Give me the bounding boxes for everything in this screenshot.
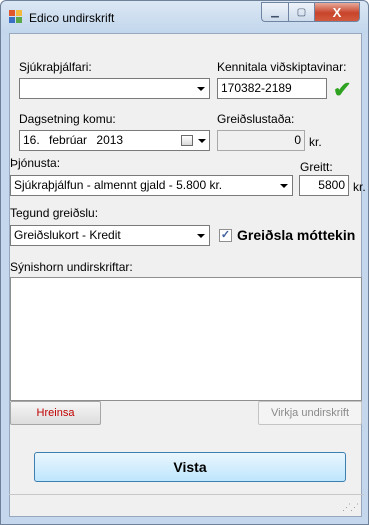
check-icon: ✔ xyxy=(333,77,352,102)
chevron-down-icon xyxy=(197,234,205,238)
service-value: Sjúkraþjálfun - almennt gjald - 5.800 kr… xyxy=(14,178,223,192)
ssn-label: Kennitala viðskiptavinar: xyxy=(217,60,347,74)
status-divider xyxy=(9,494,364,495)
date-day: 16. xyxy=(23,133,40,147)
paid-unit: kr. xyxy=(353,180,366,194)
calendar-icon xyxy=(181,135,193,146)
window-title: Edico undirskrift xyxy=(29,11,115,25)
activate-signature-button[interactable]: Virkja undirskrift xyxy=(258,401,362,425)
ssn-input[interactable]: 170382-2189 xyxy=(217,78,327,99)
payment-received-checkbox[interactable]: ✓ xyxy=(219,229,232,242)
app-icon xyxy=(9,10,23,24)
service-combobox[interactable]: Sjúkraþjálfun - almennt gjald - 5.800 kr… xyxy=(10,175,293,196)
status-label: Greiðslustaða: xyxy=(217,112,295,126)
title-bar[interactable]: Edico undirskrift ▁ ▢ X xyxy=(1,1,368,33)
vista-button[interactable]: Vista xyxy=(34,452,346,482)
minimize-button[interactable]: ▁ xyxy=(261,2,288,22)
status-field: 0 xyxy=(217,130,305,151)
therapist-combobox[interactable] xyxy=(19,78,210,99)
signature-label: Sýnishorn undirskriftar: xyxy=(10,260,133,274)
service-label: Þjónusta: xyxy=(10,156,61,170)
payment-type-value: Greiðslukort - Kredit xyxy=(14,228,121,242)
paid-input[interactable]: 5800 xyxy=(299,175,349,196)
date-label: Dagsetning komu: xyxy=(19,112,116,126)
dialog-body: Sjúkraþjálfari: Kennitala viðskiptavinar… xyxy=(9,33,366,517)
dialog-window: Edico undirskrift ▁ ▢ X Sjúkraþjálfari: … xyxy=(0,0,369,525)
clear-button[interactable]: Hreinsa xyxy=(10,401,101,425)
chevron-down-icon xyxy=(197,87,205,91)
signature-pad[interactable] xyxy=(10,277,362,401)
date-year: 2013 xyxy=(96,133,124,147)
resize-grip-icon[interactable]: ⋰⋰ xyxy=(342,502,359,513)
close-button[interactable]: X xyxy=(314,2,360,22)
status-unit: kr. xyxy=(309,135,322,149)
date-month: febrúar xyxy=(49,133,88,147)
chevron-down-icon xyxy=(198,139,206,143)
date-picker[interactable]: 16. febrúar 2013 xyxy=(19,130,210,151)
therapist-label: Sjúkraþjálfari: xyxy=(19,60,92,74)
payment-type-label: Tegund greiðslu: xyxy=(10,206,99,220)
maximize-button[interactable]: ▢ xyxy=(288,2,314,22)
paid-label: Greitt: xyxy=(300,160,333,174)
payment-type-combobox[interactable]: Greiðslukort - Kredit xyxy=(10,225,210,246)
payment-received-label[interactable]: Greiðsla móttekin xyxy=(237,227,355,243)
chevron-down-icon xyxy=(280,184,288,188)
